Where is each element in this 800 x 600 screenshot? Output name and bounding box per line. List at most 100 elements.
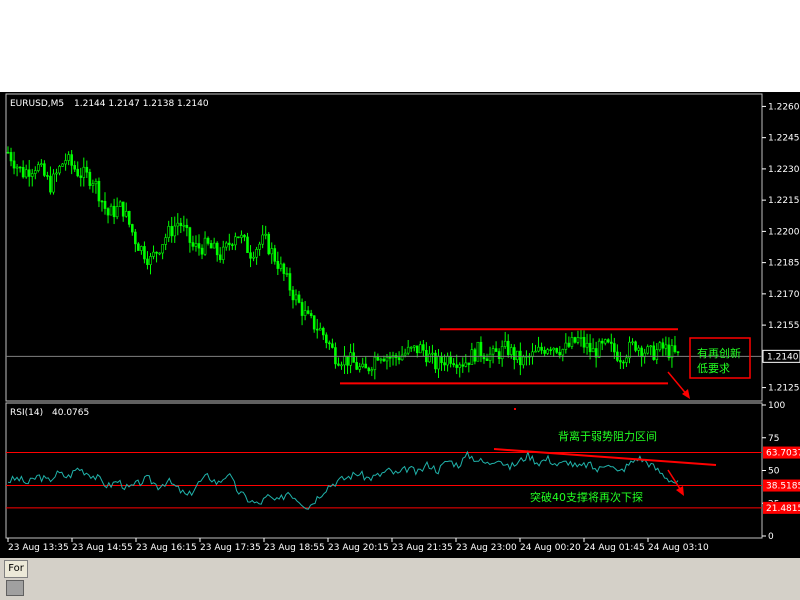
candle-body	[249, 252, 252, 259]
candle-body	[140, 246, 143, 251]
candle-body	[628, 341, 631, 359]
candle-body	[188, 227, 192, 243]
candle-body	[309, 313, 313, 317]
candle-body	[61, 163, 64, 167]
candle-body	[673, 345, 677, 352]
candle-body	[455, 364, 458, 368]
candle-body	[570, 337, 574, 347]
candle-body	[149, 256, 152, 265]
candle-body	[203, 237, 207, 255]
time-tick-label: 23 Aug 17:35	[200, 543, 261, 553]
candle-body	[409, 346, 413, 349]
candle-body	[464, 362, 468, 367]
candle-body	[467, 362, 471, 365]
candle-body	[191, 242, 195, 247]
candle-body	[40, 163, 43, 166]
price-panel-frame	[5, 93, 763, 402]
rsi-divergence-line	[493, 448, 717, 466]
candle-body	[352, 352, 355, 363]
candle-body	[161, 244, 164, 254]
candle-body	[294, 294, 298, 301]
candle-body	[279, 263, 283, 269]
candle-body	[655, 349, 659, 360]
candle-body	[622, 361, 625, 364]
candle-body	[328, 342, 331, 345]
candle-body	[509, 347, 513, 356]
candle-body	[340, 364, 343, 367]
candle-body	[382, 358, 386, 362]
candle-body	[240, 234, 243, 238]
candle-body	[431, 352, 434, 355]
candle-body	[49, 175, 52, 193]
candle-body	[585, 342, 589, 348]
candle-body	[321, 327, 325, 336]
candle-body	[610, 341, 613, 344]
candle-body	[419, 344, 422, 354]
candle-body	[167, 226, 170, 238]
candle-body	[537, 346, 540, 352]
candle-body	[579, 337, 583, 339]
candle-body	[109, 205, 113, 216]
candle-body	[385, 356, 389, 362]
candle-body	[237, 236, 240, 239]
candle-body	[440, 355, 443, 363]
rsi-value-label: 40.0765	[52, 408, 89, 418]
candle-body	[361, 363, 365, 368]
candle-body	[613, 343, 616, 353]
candle-body	[534, 350, 537, 353]
candle-body	[209, 243, 213, 249]
candle-body	[358, 366, 361, 370]
candle-body	[270, 248, 274, 255]
price-tick-label: 1.2230	[768, 165, 800, 175]
price-tick-label: 1.2155	[768, 321, 800, 331]
candle-body	[285, 273, 289, 275]
candle-body	[24, 169, 28, 178]
candle-body	[576, 337, 580, 343]
candle-body	[540, 346, 543, 351]
candle-body	[6, 151, 10, 154]
rsi-level-lines: 63.7037 38.5185 21.4815	[6, 446, 800, 514]
candle-body	[264, 233, 267, 236]
candle-body	[27, 169, 31, 177]
candle-body	[516, 350, 519, 361]
candle-body	[543, 349, 546, 354]
candle-body	[494, 348, 498, 352]
candle-body	[185, 224, 189, 228]
candle-body	[497, 351, 501, 360]
chart-area[interactable]: EURUSD,M5 1.2144 1.2147 1.2138 1.2140 RS…	[0, 92, 800, 558]
candle-body	[164, 237, 167, 245]
window-icon[interactable]	[6, 580, 24, 596]
candle-body	[634, 341, 637, 351]
candle-body	[121, 201, 125, 217]
price-tick-label: 1.2185	[768, 259, 800, 269]
candle-body	[367, 367, 371, 372]
candle-body	[422, 344, 425, 351]
candle-body	[443, 362, 446, 366]
candle-body	[88, 171, 92, 186]
candle-body	[273, 248, 277, 262]
candle-body	[243, 234, 246, 238]
bottom-tab[interactable]: For	[4, 560, 28, 578]
candle-body	[215, 242, 219, 256]
candle-body	[312, 315, 316, 330]
candle-body	[488, 353, 492, 361]
candle-body	[373, 356, 377, 370]
candle-body	[588, 342, 592, 353]
rsi-annotation-2: 突破40支撑将再次下探	[530, 490, 643, 504]
candle-body	[282, 263, 286, 274]
candle-body	[234, 236, 237, 246]
candle-body	[106, 208, 110, 216]
candle-body	[400, 354, 404, 361]
candle-body	[452, 363, 455, 366]
candle-body	[67, 154, 70, 161]
rsi-level-label: 63.7037	[766, 449, 800, 459]
candle-body	[82, 166, 86, 178]
candle-body	[100, 200, 104, 203]
candle-body	[73, 165, 76, 170]
candle-body	[303, 310, 307, 316]
rsi-tick-label: 50	[768, 467, 780, 477]
rsi-level-label: 38.5185	[766, 482, 800, 492]
candle-body	[370, 369, 374, 372]
rsi-indicator-label: RSI(14)	[10, 408, 43, 418]
candle-body	[458, 364, 462, 368]
